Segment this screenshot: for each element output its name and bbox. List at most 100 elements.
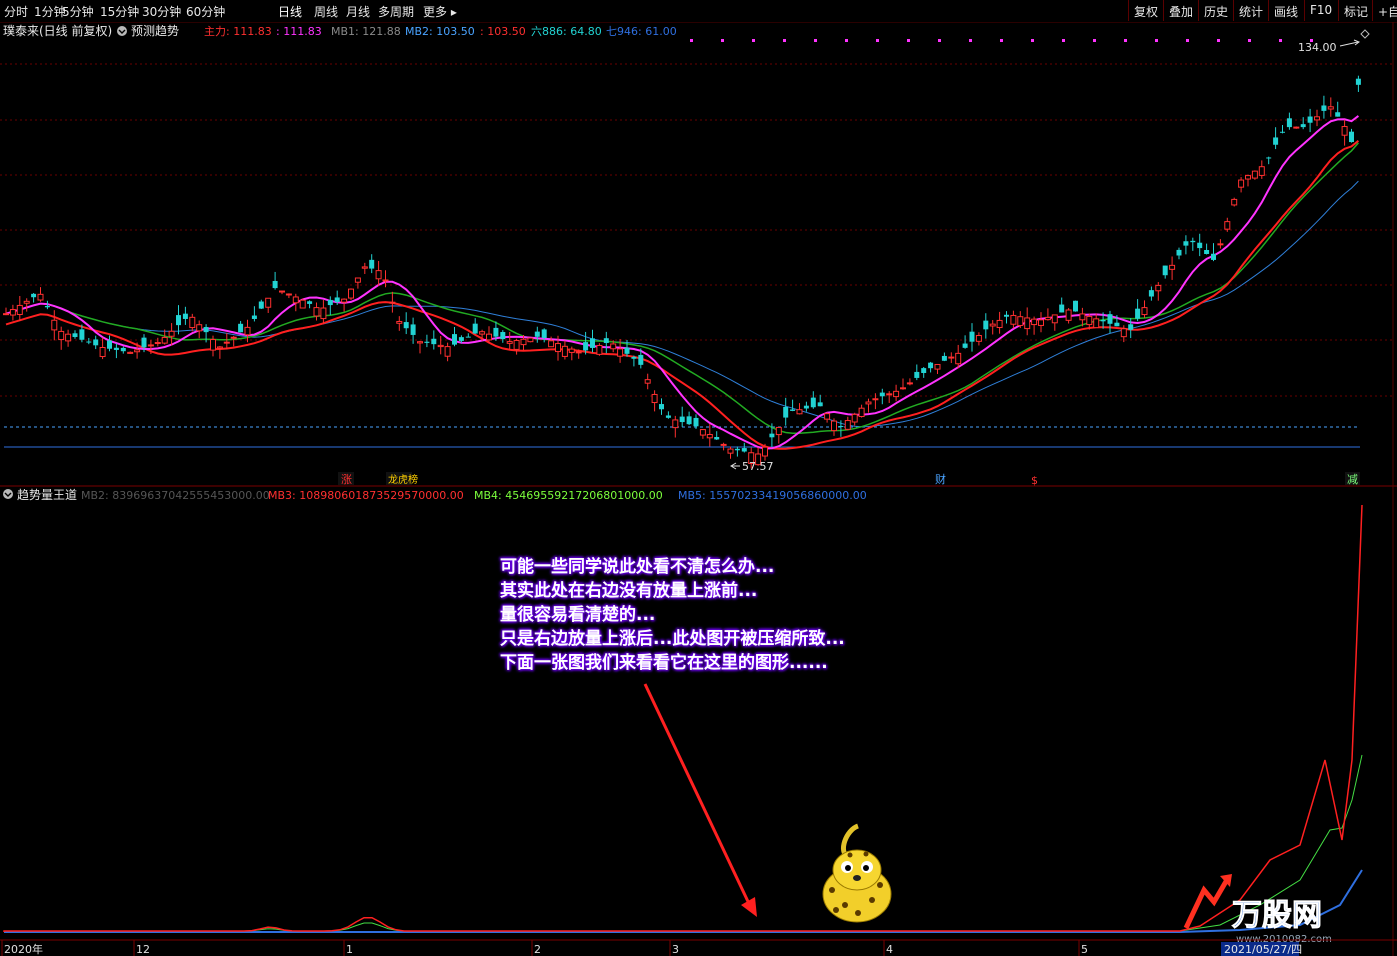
tab-huaxian[interactable]: 画线: [1268, 0, 1303, 21]
candle-body-87: [603, 338, 609, 344]
candle-body-39: [272, 280, 278, 289]
period-weekly[interactable]: 周线: [314, 3, 338, 20]
candle-body-110: [762, 446, 768, 457]
signal-dot-4: [814, 39, 817, 42]
candle-body-157: [1086, 315, 1093, 326]
candle-body-20: [141, 337, 147, 348]
candle-62: [431, 330, 437, 350]
signal-dot-14: [1124, 39, 1127, 42]
candle-body-65: [452, 334, 457, 345]
candle-body-55: [382, 279, 389, 282]
kline-chart[interactable]: 璞泰来(日线 前复权) 预测趋势 主力: 111.83 : 111.83 MB1…: [0, 22, 1397, 956]
event-jian[interactable]: 减: [1347, 473, 1358, 486]
period-15min[interactable]: 15分钟: [100, 3, 139, 20]
period-multi[interactable]: 多周期: [378, 3, 414, 20]
candle-171: [1183, 235, 1189, 255]
candle-body-61: [424, 341, 430, 343]
event-cai[interactable]: 财: [935, 472, 946, 486]
candle-body-90: [624, 347, 630, 354]
candle-body-163: [1128, 324, 1134, 330]
candle-170: [1176, 247, 1182, 260]
candle-45: [313, 302, 320, 321]
tab-diejia[interactable]: 叠加: [1163, 0, 1198, 21]
candle-body-141: [975, 335, 982, 342]
candle-body-49: [341, 298, 348, 303]
tab-f10[interactable]: F10: [1304, 0, 1337, 21]
candle-body-124: [858, 407, 865, 418]
mb1-value: MB1: 121.88: [331, 25, 401, 38]
forecast-toggle-icon[interactable]: [117, 26, 127, 36]
candle-168: [1162, 265, 1168, 279]
candle-body-150: [1038, 319, 1044, 326]
candle-26: [182, 306, 188, 325]
indicator-toggle-icon[interactable]: [3, 489, 13, 499]
candle-113: [783, 397, 789, 426]
diamond-icon[interactable]: [1360, 29, 1370, 39]
candle-body-22: [154, 341, 161, 345]
signal-dot-19: [1279, 39, 1282, 42]
tab-lishi[interactable]: 历史: [1198, 0, 1233, 21]
period-fenshi[interactable]: 分时: [4, 3, 28, 20]
candle-7: [51, 310, 58, 341]
candle-132: [914, 364, 920, 381]
period-1min[interactable]: 1分钟: [34, 3, 66, 20]
candle-72: [500, 330, 506, 343]
candle-body-24: [168, 330, 175, 337]
candle-82: [568, 346, 575, 361]
candle-body-149: [1031, 318, 1038, 326]
candle-body-164: [1135, 308, 1141, 319]
candle-body-105: [727, 448, 734, 454]
period-more[interactable]: 更多 ▸: [423, 3, 457, 20]
candle-body-84: [583, 342, 589, 351]
candle-body-10: [72, 333, 78, 337]
candle-98: [679, 406, 685, 427]
event-dollar[interactable]: $: [1031, 474, 1038, 487]
period-5min[interactable]: 5分钟: [62, 3, 94, 20]
period-monthly[interactable]: 月线: [346, 3, 370, 20]
signal-dot-9: [969, 39, 972, 42]
candle-74: [513, 338, 520, 355]
indicator-name[interactable]: 趋势量王道: [17, 488, 77, 502]
candle-43: [299, 298, 306, 309]
candle-body-113: [783, 406, 789, 418]
candle-body-40: [279, 290, 285, 293]
candle-183: [1266, 156, 1272, 165]
candle-95: [659, 398, 664, 415]
candle-152: [1051, 314, 1058, 331]
tab-zixuan[interactable]: +自选: [1372, 0, 1397, 21]
candle-body-181: [1251, 170, 1258, 179]
indicator-mb4-line: [3, 754, 1363, 932]
candle-49: [341, 298, 348, 312]
candle-body-8: [58, 330, 65, 341]
candle-107: [741, 442, 747, 453]
tab-fuquan[interactable]: 复权: [1128, 0, 1163, 21]
tab-tongji[interactable]: 统计: [1233, 0, 1268, 21]
period-daily[interactable]: 日线: [278, 3, 302, 20]
period-60min[interactable]: 60分钟: [186, 3, 225, 20]
forecast-label[interactable]: 预测趋势: [131, 24, 179, 38]
signal-dot-15: [1155, 39, 1158, 42]
candle-body-155: [1073, 300, 1078, 312]
candle-42: [292, 293, 299, 312]
candle-136: [941, 352, 947, 362]
tab-biaoji[interactable]: 标记: [1338, 0, 1373, 21]
candle-body-132: [914, 371, 920, 378]
candle-body-162: [1120, 328, 1127, 338]
candle-195: [1349, 128, 1354, 143]
candle-141: [975, 332, 982, 346]
candle-31: [216, 345, 223, 359]
candle-181: [1251, 170, 1258, 180]
candle-body-31: [216, 346, 223, 349]
candle-body-173: [1197, 242, 1203, 249]
candle-body-122: [844, 420, 851, 430]
period-30min[interactable]: 30分钟: [142, 3, 181, 20]
candle-body-23: [161, 336, 168, 344]
candle-38: [265, 297, 272, 313]
event-zhang[interactable]: 涨: [341, 473, 352, 486]
signal-dot-1: [721, 39, 724, 42]
candle-134: [928, 361, 934, 373]
candle-body-172: [1190, 240, 1196, 243]
event-longhubang[interactable]: 龙虎榜: [388, 473, 418, 486]
candle-176: [1217, 239, 1224, 249]
candle-body-137: [948, 356, 955, 359]
